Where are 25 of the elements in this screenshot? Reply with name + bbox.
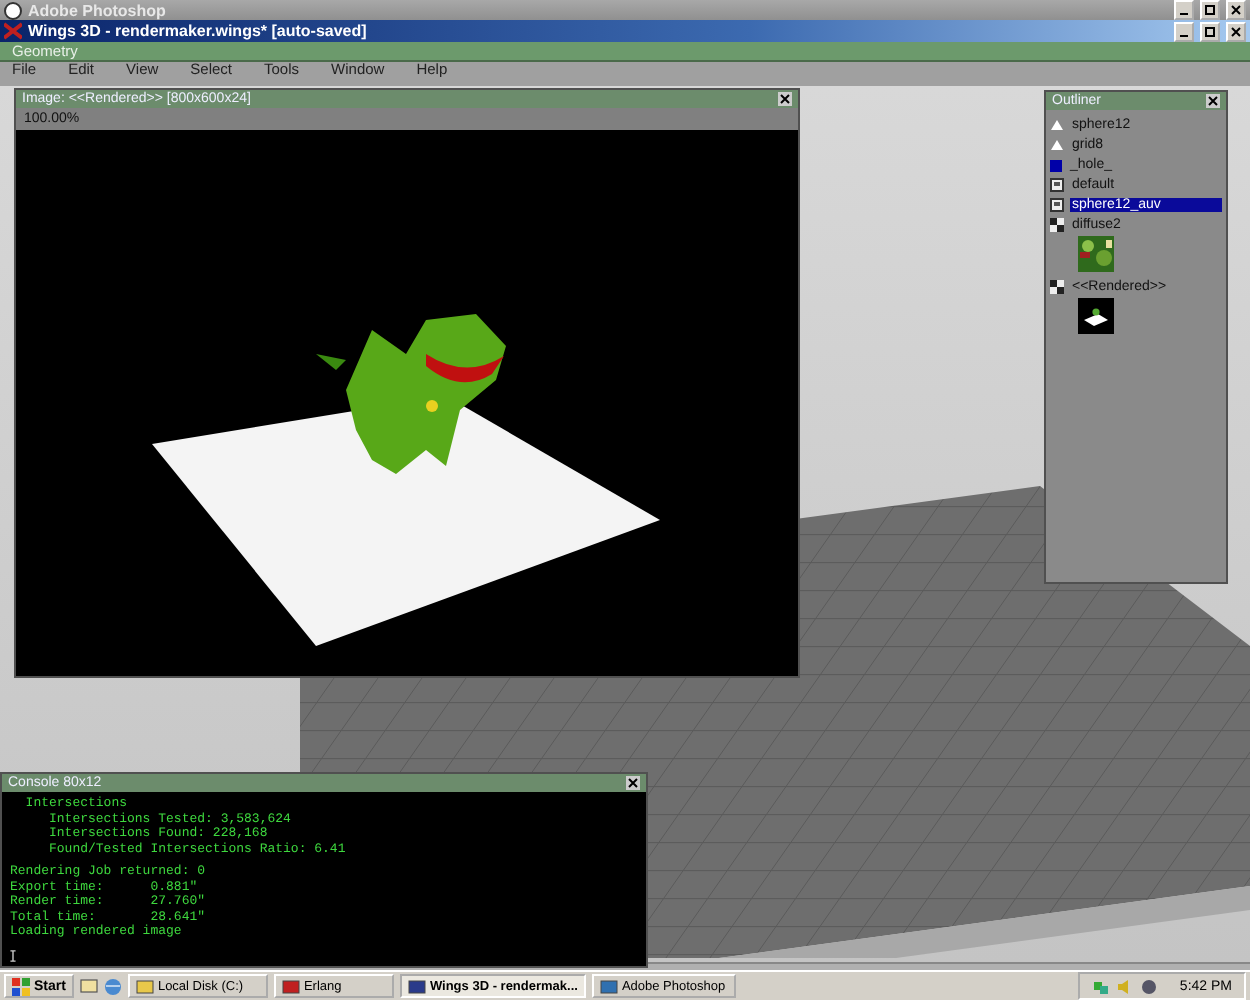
- windows-logo-icon: [12, 977, 30, 995]
- checker-icon: [1050, 280, 1064, 294]
- tray-app-icon[interactable]: [1139, 977, 1158, 995]
- close-icon[interactable]: [778, 92, 792, 106]
- close-icon[interactable]: [1206, 94, 1220, 108]
- window-title: Adobe Photoshop: [28, 1, 168, 19]
- render-thumbnail: [1078, 298, 1114, 334]
- desktop-icon[interactable]: [79, 977, 98, 995]
- material-icon: [1050, 198, 1064, 212]
- app-icon: [4, 22, 22, 40]
- text-cursor-icon: [10, 950, 16, 962]
- window-title: Wings 3D - rendermaker.wings* [auto-saved]: [28, 22, 369, 40]
- app-icon: [4, 1, 22, 19]
- texture-thumbnail: [1078, 236, 1114, 272]
- minimize-button[interactable]: [1174, 0, 1194, 20]
- close-button[interactable]: [1226, 21, 1246, 41]
- app-icon: [407, 977, 426, 995]
- material-icon: [1050, 178, 1064, 192]
- app-icon: [599, 977, 618, 995]
- app-icon: [281, 977, 300, 995]
- minimize-button[interactable]: [1174, 21, 1194, 41]
- checker-icon: [1050, 218, 1064, 232]
- close-button[interactable]: [1226, 0, 1246, 20]
- folder-icon: [135, 977, 154, 995]
- close-icon[interactable]: [626, 776, 640, 790]
